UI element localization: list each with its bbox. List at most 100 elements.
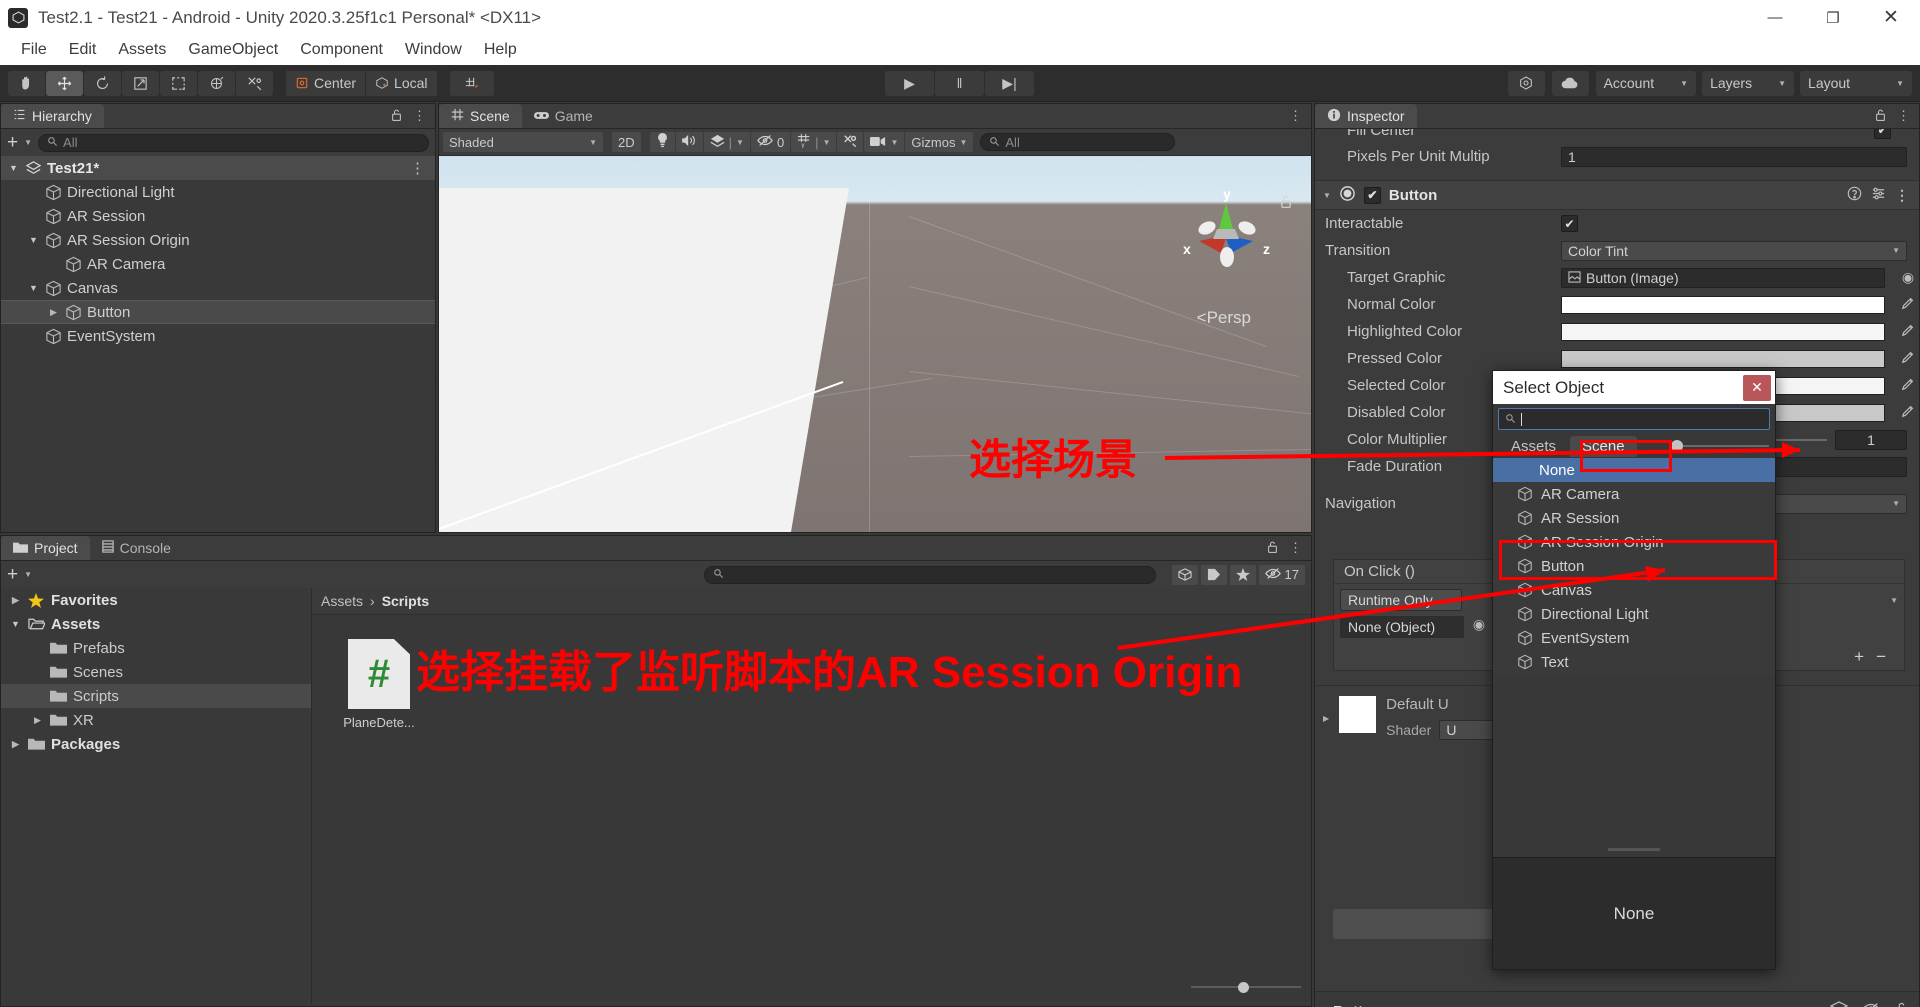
step-button[interactable]: ▶| <box>985 70 1034 96</box>
select-object-item-directional-light[interactable]: Directional Light <box>1493 602 1775 626</box>
fill-center-checkbox[interactable]: ✔ <box>1874 129 1891 139</box>
project-tree-item-scenes[interactable]: Scenes <box>1 660 311 684</box>
collab-icon[interactable] <box>1507 70 1545 96</box>
object-picker-icon[interactable]: ◉ <box>1897 269 1919 286</box>
chevron-down-icon[interactable]: ▼ <box>24 138 32 147</box>
project-tree-item-prefabs[interactable]: Prefabs <box>1 636 311 660</box>
target-graphic-field[interactable]: Button (Image) <box>1561 267 1885 288</box>
rect-tool-icon[interactable] <box>160 70 197 96</box>
footer-object-dropdown[interactable]: Button ▼ <box>1325 1001 1403 1007</box>
button-component-header[interactable]: ▼ ✔ Button ⋮ <box>1315 180 1919 210</box>
eyedropper-icon[interactable] <box>1897 377 1919 394</box>
tab-game[interactable]: Game <box>522 104 605 128</box>
menu-file[interactable]: File <box>10 38 58 62</box>
eyedropper-icon[interactable] <box>1897 296 1919 313</box>
select-object-item-canvas[interactable]: Canvas <box>1493 578 1775 602</box>
close-button[interactable]: ✕ <box>1862 0 1920 35</box>
pixels-per-unit-field[interactable]: 1 <box>1561 146 1907 167</box>
pressed-color-swatch[interactable] <box>1561 349 1885 368</box>
hierarchy-item-eventsystem[interactable]: EventSystem <box>1 324 435 348</box>
transition-dropdown[interactable]: Color Tint ▼ <box>1561 240 1907 261</box>
interactable-checkbox[interactable]: ✔ <box>1561 215 1578 232</box>
project-tree-item-assets[interactable]: ▼ Assets <box>1 612 311 636</box>
filter-star-icon[interactable] <box>1229 564 1256 585</box>
hierarchy-item-ar-session-origin[interactable]: ▼ AR Session Origin <box>1 228 435 252</box>
hierarchy-item-ar-session[interactable]: AR Session <box>1 204 435 228</box>
tab-scene[interactable]: Scene <box>1570 435 1637 457</box>
hierarchy-search-input[interactable]: All <box>38 133 429 152</box>
normal-color-swatch[interactable] <box>1561 295 1885 314</box>
project-tree-item-xr[interactable]: ▶ XR <box>1 708 311 732</box>
on-click-mode-dropdown[interactable]: Runtime Only <box>1340 589 1462 611</box>
toggle-2d-button[interactable]: 2D <box>612 132 641 152</box>
hierarchy-item-canvas[interactable]: ▼ Canvas <box>1 276 435 300</box>
dialog-resize-grip[interactable] <box>1608 848 1660 851</box>
preset-icon[interactable] <box>1871 186 1886 204</box>
scene-camera-dropdown[interactable]: ▼ <box>864 132 905 152</box>
breadcrumb-scripts[interactable]: Scripts <box>382 593 429 609</box>
tab-scene[interactable]: Scene <box>439 104 522 128</box>
visibility-icon[interactable] <box>1862 1001 1880 1007</box>
tab-console[interactable]: Console <box>90 536 183 560</box>
scene-orientation-gizmo[interactable]: y x z <box>1171 181 1281 291</box>
hierarchy-item-test21[interactable]: ▼ Test21* ⋮ <box>1 156 435 180</box>
menu-assets[interactable]: Assets <box>107 38 177 62</box>
tab-hierarchy[interactable]: Hierarchy <box>1 104 104 128</box>
eyedropper-icon[interactable] <box>1897 323 1919 340</box>
scene-search-input[interactable]: All <box>980 133 1176 151</box>
rotate-tool-icon[interactable] <box>84 70 121 96</box>
snap-grid-button[interactable] <box>449 70 494 96</box>
asset-zoom-slider[interactable] <box>1191 980 1301 994</box>
chevron-down-icon[interactable]: ▼ <box>1890 596 1898 605</box>
project-tree-item-scripts[interactable]: Scripts <box>1 684 311 708</box>
select-object-item-ar-camera[interactable]: AR Camera <box>1493 482 1775 506</box>
kebab-icon[interactable]: ⋮ <box>410 159 425 177</box>
lock-icon[interactable] <box>390 108 403 125</box>
breadcrumb-assets[interactable]: Assets <box>321 593 363 609</box>
select-object-item-ar-session[interactable]: AR Session <box>1493 506 1775 530</box>
layout-dropdown[interactable]: Layout ▼ <box>1800 70 1912 96</box>
lock-icon[interactable] <box>1266 540 1279 557</box>
hierarchy-item-ar-camera[interactable]: AR Camera <box>1 252 435 276</box>
preview-size-slider[interactable] <box>1671 440 1769 452</box>
select-object-item-button[interactable]: Button <box>1493 554 1775 578</box>
eyedropper-icon[interactable] <box>1897 404 1919 421</box>
chevron-right-icon[interactable]: ▶ <box>9 739 22 750</box>
layers-dropdown[interactable]: Layers ▼ <box>1702 70 1795 96</box>
menu-component[interactable]: Component <box>289 38 394 62</box>
kebab-icon[interactable]: ⋮ <box>1895 187 1909 204</box>
remove-listener-button[interactable]: − <box>1876 647 1886 667</box>
scene-viewport[interactable]: y x z <Persp 选择场景 <box>439 156 1311 532</box>
scene-visibility-toggle[interactable]: 0 <box>750 132 791 152</box>
asset-grid[interactable]: # PlaneDete... <box>312 614 1311 1002</box>
asset-item[interactable]: # PlaneDete... <box>334 639 424 730</box>
gizmos-dropdown[interactable]: Gizmos ▼ <box>905 132 974 152</box>
project-hidden-toggle[interactable]: 17 <box>1258 564 1305 585</box>
scene-fx-dropdown[interactable]: | ▼ <box>703 132 750 152</box>
select-object-item-eventsystem[interactable]: EventSystem <box>1493 626 1775 650</box>
chevron-down-icon[interactable]: ▼ <box>27 235 40 245</box>
chevron-right-icon[interactable]: ▶ <box>31 715 44 726</box>
chevron-right-icon[interactable]: ▶ <box>9 595 22 606</box>
project-search-input[interactable] <box>703 565 1156 584</box>
project-tree-item-favorites[interactable]: ▶ Favorites <box>1 588 311 612</box>
kebab-icon[interactable]: ⋮ <box>1289 540 1302 556</box>
kebab-icon[interactable]: ⋮ <box>1897 108 1910 124</box>
chevron-down-icon[interactable]: ▼ <box>24 570 32 579</box>
tab-inspector[interactable]: Inspector <box>1315 104 1417 128</box>
pivot-rotation-button[interactable]: Local <box>366 70 437 96</box>
chevron-down-icon[interactable]: ▼ <box>27 283 40 293</box>
layers-icon[interactable] <box>1829 1001 1849 1007</box>
menu-help[interactable]: Help <box>473 38 528 62</box>
chevron-down-icon[interactable]: ▼ <box>1323 191 1331 200</box>
select-object-search-input[interactable] <box>1498 408 1770 430</box>
chevron-right-icon[interactable]: ▶ <box>47 307 60 318</box>
scene-tools-button[interactable] <box>837 132 864 152</box>
filter-package-icon[interactable] <box>1171 564 1198 585</box>
menu-window[interactable]: Window <box>394 38 473 62</box>
eyedropper-icon[interactable] <box>1897 350 1919 367</box>
shading-mode-dropdown[interactable]: Shaded ▼ <box>443 132 603 152</box>
cloud-icon[interactable] <box>1551 70 1589 96</box>
scene-grid-dropdown[interactable]: y | ▼ <box>791 132 837 152</box>
account-dropdown[interactable]: Account ▼ <box>1595 70 1697 96</box>
